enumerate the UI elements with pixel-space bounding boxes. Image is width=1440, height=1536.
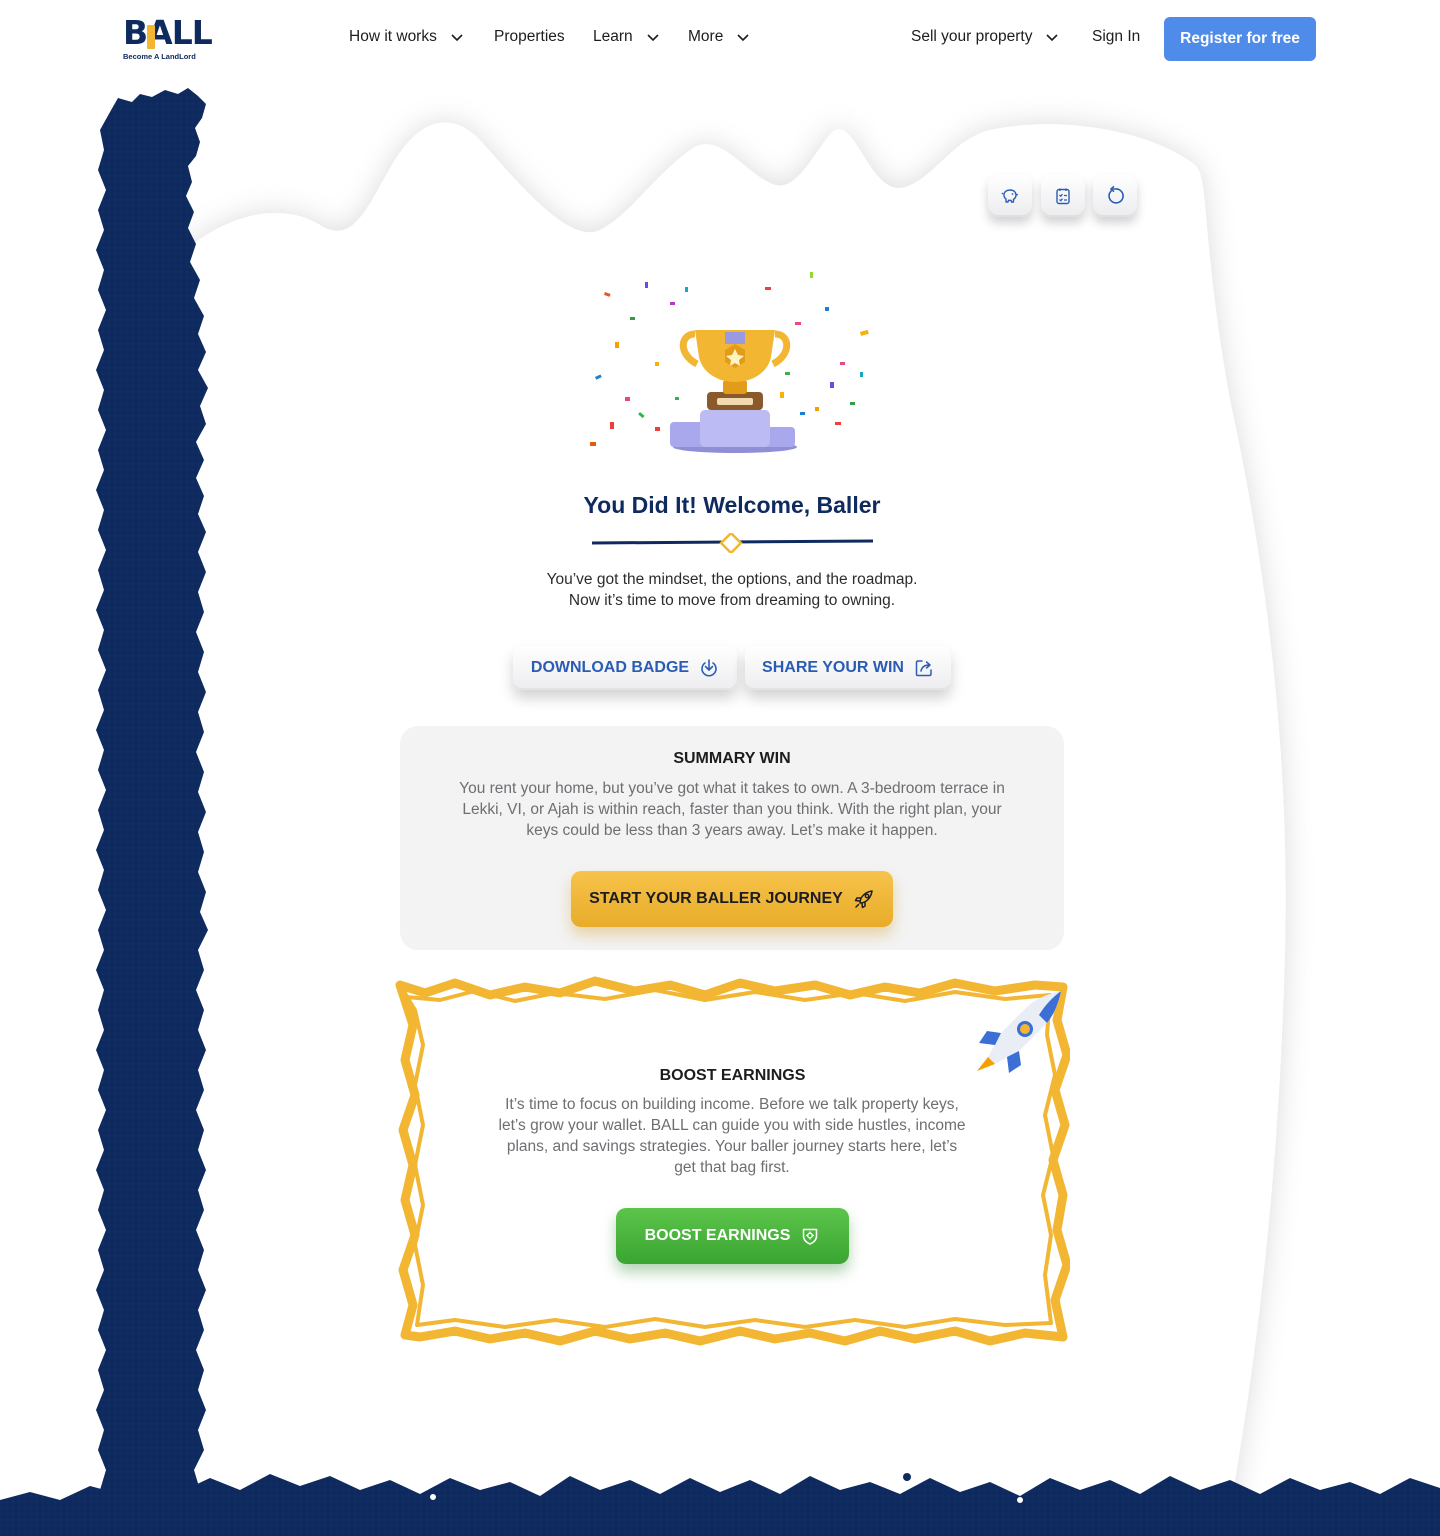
summary-line: Lekki, VI, or Ajah is within reach, fast… bbox=[462, 801, 1002, 818]
share-icon bbox=[915, 660, 932, 677]
nav-item-label: Sell your property bbox=[911, 28, 1033, 45]
sign-in-label: Sign In bbox=[1092, 28, 1141, 45]
top-navigation-bar: BALL Become A LandLord How it works Prop… bbox=[0, 0, 1440, 80]
summary-win-card: SUMMARY WIN You rent your home, but you’… bbox=[400, 726, 1064, 950]
refresh-icon bbox=[1108, 186, 1124, 204]
download-badge-label: DOWNLOAD BADGE bbox=[530, 659, 690, 676]
piggy-bank-icon bbox=[1001, 189, 1019, 203]
download-badge-button[interactable]: DOWNLOAD BADGE bbox=[513, 646, 737, 690]
nav-item-label: Properties bbox=[494, 28, 565, 45]
boost-line: let’s grow your wallet. BALL can guide y… bbox=[498, 1117, 966, 1134]
nav-item-learn[interactable]: Learn bbox=[593, 28, 661, 46]
logo-wordmark: BALL bbox=[123, 13, 213, 52]
chevron-down-icon bbox=[647, 34, 659, 42]
summary-line: keys could be less than 3 years away. Le… bbox=[526, 822, 938, 839]
share-win-label: SHARE YOUR WIN bbox=[762, 659, 904, 676]
logo-tagline: Become A LandLord bbox=[123, 52, 196, 61]
boost-earnings-label: BOOST EARNINGS bbox=[644, 1227, 791, 1244]
chevron-down-icon bbox=[451, 34, 463, 42]
rocket-illustration bbox=[977, 991, 1061, 1073]
boost-earnings-button[interactable]: BOOST EARNINGS bbox=[616, 1208, 849, 1264]
nav-item-label: More bbox=[688, 28, 724, 45]
nav-item-sell-property[interactable]: Sell your property bbox=[911, 28, 1060, 46]
nav-item-label: Learn bbox=[593, 28, 633, 45]
subtitle-line: You’ve got the mindset, the options, and… bbox=[546, 571, 918, 588]
left-torn-strip bbox=[96, 88, 208, 1536]
start-journey-button[interactable]: START YOUR BALLER JOURNEY bbox=[571, 871, 893, 927]
summary-heading: SUMMARY WIN bbox=[673, 750, 791, 767]
boost-line: plans, and savings strategies. Your ball… bbox=[506, 1138, 958, 1155]
checklist-icon bbox=[1056, 188, 1070, 205]
summary-line: You rent your home, but you’ve got what … bbox=[459, 780, 1005, 797]
boost-earnings-card: BOOST EARNINGS It’s time to focus on bui… bbox=[395, 975, 1070, 1350]
success-subtitle: You’ve got the mindset, the options, and… bbox=[420, 569, 1044, 611]
boost-heading: BOOST EARNINGS bbox=[659, 1067, 806, 1084]
logo-building-mark bbox=[147, 25, 155, 49]
boost-line: get that bag first. bbox=[674, 1159, 790, 1176]
title-divider bbox=[592, 533, 873, 553]
summary-body: You rent your home, but you’ve got what … bbox=[420, 778, 1044, 841]
download-icon bbox=[701, 659, 717, 677]
nav-item-how-it-works[interactable]: How it works bbox=[349, 28, 465, 46]
nav-item-more[interactable]: More bbox=[688, 28, 751, 46]
boost-line: It’s time to focus on building income. B… bbox=[505, 1096, 959, 1113]
checklist-tool-button[interactable] bbox=[1041, 175, 1085, 217]
sign-in-link[interactable]: Sign In bbox=[1092, 28, 1140, 46]
nav-item-label: How it works bbox=[349, 28, 437, 45]
subtitle-line: Now it’s time to move from dreaming to o… bbox=[568, 592, 896, 609]
restart-tool-button[interactable] bbox=[1093, 175, 1137, 217]
ball-logo[interactable]: BALL Become A LandLord bbox=[120, 14, 213, 64]
trophy-confetti-illustration bbox=[590, 272, 869, 453]
chevron-down-icon bbox=[1046, 34, 1059, 42]
success-title: You Did It! Welcome, Baller bbox=[583, 492, 881, 518]
savings-tool-button[interactable] bbox=[988, 175, 1032, 217]
nav-item-properties[interactable]: Properties bbox=[494, 28, 565, 46]
chevron-down-icon bbox=[737, 34, 749, 42]
shield-icon bbox=[803, 1228, 818, 1245]
register-button[interactable]: Register for free bbox=[1164, 17, 1316, 61]
share-win-button[interactable]: SHARE YOUR WIN bbox=[745, 646, 951, 690]
boost-body: It’s time to focus on building income. B… bbox=[432, 1094, 1032, 1178]
start-journey-label: START YOUR BALLER JOURNEY bbox=[589, 890, 843, 907]
rocket-icon bbox=[854, 890, 873, 909]
